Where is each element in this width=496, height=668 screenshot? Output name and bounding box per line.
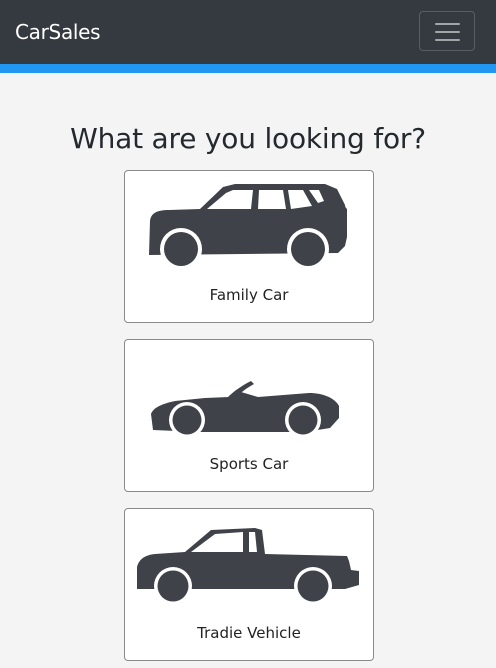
- top-navbar: CarSales: [0, 0, 496, 64]
- accent-strip: [0, 64, 496, 73]
- card-label: Family Car: [209, 286, 289, 304]
- card-label: Sports Car: [209, 455, 289, 473]
- card-label: Tradie Vehicle: [197, 624, 301, 642]
- card-sports-car[interactable]: Sports Car: [124, 339, 374, 492]
- navbar-toggler-button[interactable]: [419, 11, 475, 51]
- card-tradie-vehicle[interactable]: Tradie Vehicle: [124, 508, 374, 661]
- page-heading: What are you looking for?: [70, 122, 426, 155]
- card-family-car[interactable]: Family Car: [124, 170, 374, 323]
- brand-link[interactable]: CarSales: [15, 20, 101, 44]
